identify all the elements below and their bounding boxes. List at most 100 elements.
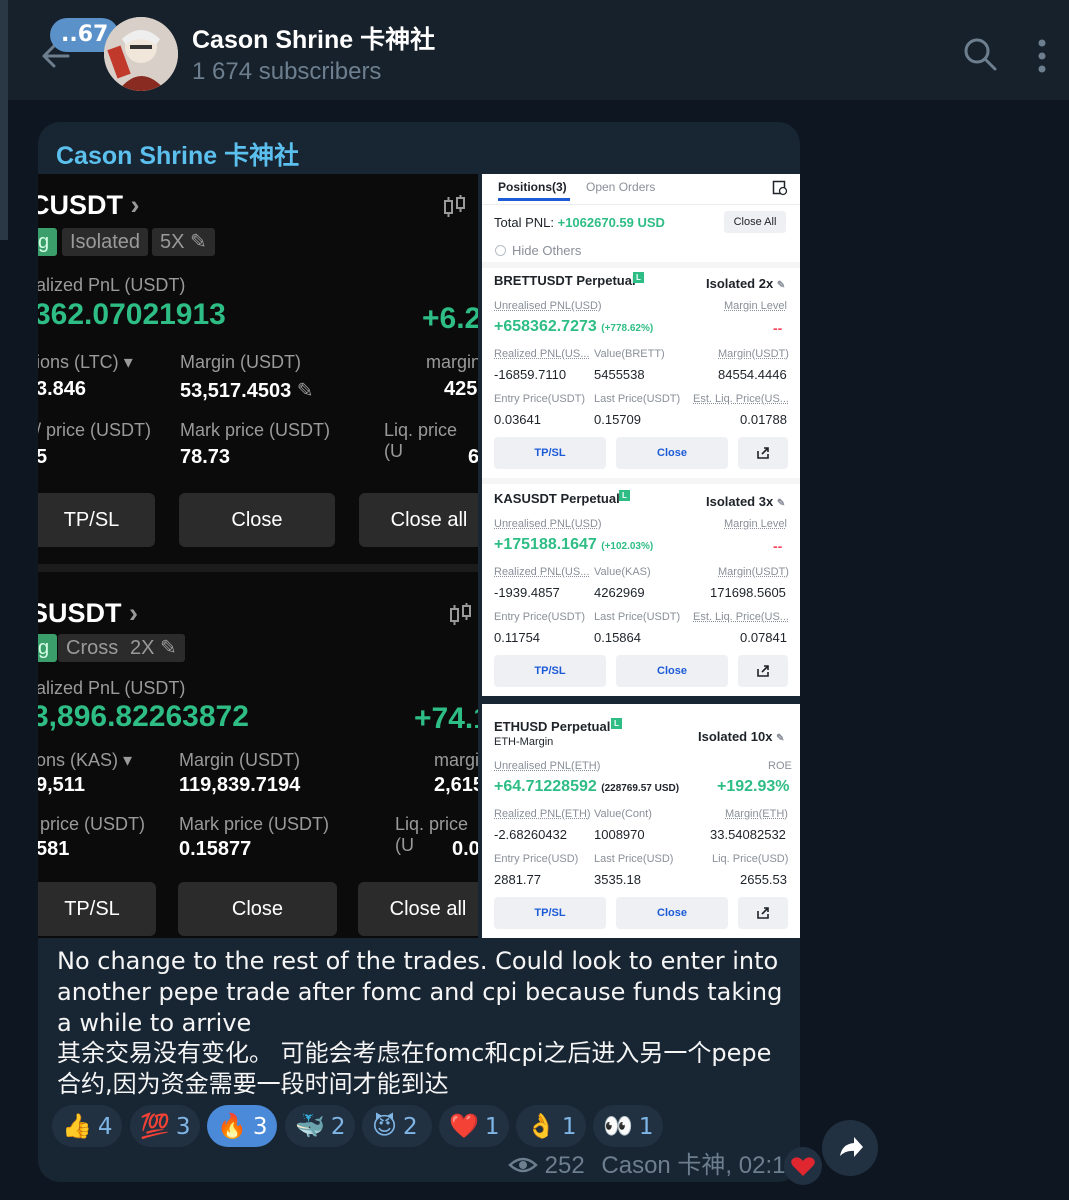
photo-dark-positions[interactable]: CUSDT › g Isolated 5X ✎ alized PnL (USDT… — [38, 174, 478, 938]
share-position-button[interactable] — [738, 655, 788, 687]
realized-pnl-value: -16859.7110 — [494, 367, 567, 382]
close-button[interactable]: Close — [178, 882, 337, 936]
divider — [482, 262, 800, 268]
liq-price-label: Est. Liq. Price(US... — [693, 393, 789, 405]
position-symbol[interactable]: BRETTUSDT Perpetual — [494, 273, 636, 288]
photo-positions-list[interactable]: Positions(3) Open Orders Total PNL: +106… — [482, 174, 800, 696]
value-label: Value(BRETT) — [594, 348, 665, 360]
margin-ratio-value: 425 — [444, 378, 478, 400]
liq-price-value: 6 — [468, 446, 478, 468]
last-price-label: Last Price(USDT) — [594, 611, 681, 623]
close-button[interactable]: Close — [179, 493, 335, 547]
views-eye-icon — [508, 1157, 538, 1173]
last-price-label: Last Price(USD) — [594, 853, 674, 865]
tpsl-button[interactable]: TP/SL — [494, 897, 606, 929]
channel-title: Cason Shrine 卡神社 — [192, 26, 436, 54]
long-badge: L — [619, 490, 630, 501]
unrealised-pnl-value: +175188.1647 (+102.03%) — [494, 536, 654, 553]
entry-price-label: price (USDT) — [40, 814, 146, 834]
reaction-heart[interactable]: ❤️ 1 — [439, 1105, 509, 1147]
last-price-value: 0.15709 — [594, 412, 641, 427]
margin-label: Margin(ETH) — [725, 808, 788, 820]
hide-others-radio[interactable] — [495, 245, 506, 256]
share-position-button[interactable] — [738, 437, 788, 469]
margin-ratio-label: margin — [426, 352, 478, 372]
close-button[interactable]: Close — [616, 897, 728, 929]
tpsl-button[interactable]: TP/SL — [494, 655, 606, 687]
margin-label: Margin(USDT) — [718, 348, 789, 360]
history-icon[interactable] — [772, 180, 788, 196]
value-label: Value(Cont) — [594, 808, 652, 820]
tab-open-orders[interactable]: Open Orders — [586, 180, 655, 194]
position-mode[interactable]: Isolated 3x ✎ — [706, 494, 785, 509]
mark-price-value: 78.73 — [180, 446, 231, 468]
close-button[interactable]: Close — [616, 437, 728, 469]
margin-asset: ETH-Margin — [494, 736, 554, 748]
value-value: 4262969 — [594, 585, 645, 600]
tab-positions[interactable]: Positions(3) — [498, 180, 567, 194]
mark-price-label: Mark price (USDT) — [179, 814, 330, 834]
position-symbol: SUSDT › — [38, 598, 139, 628]
mark-price-label: Mark price (USDT) — [180, 420, 331, 440]
position-size-label[interactable]: ons (KAS) ▾ — [38, 750, 132, 771]
last-price-value: 3535.18 — [594, 872, 641, 887]
message-sender[interactable]: Cason Shrine 卡神社 — [56, 136, 299, 172]
reaction-hundred[interactable]: 💯 3 — [130, 1105, 200, 1147]
margin-value: 33.54082532 — [710, 827, 786, 842]
tpsl-button[interactable]: TP/SL — [38, 882, 156, 936]
my-reaction-heart[interactable] — [784, 1147, 822, 1185]
leverage-tag[interactable]: 5X ✎ — [152, 228, 215, 256]
channel-avatar[interactable] — [104, 17, 178, 91]
close-all-button[interactable]: Close All — [724, 211, 786, 233]
reaction-fire[interactable]: 🔥 3 — [207, 1105, 277, 1147]
forward-message-button[interactable] — [822, 1120, 878, 1176]
more-menu-icon[interactable] — [1030, 36, 1054, 76]
last-price-value: 0.15864 — [594, 630, 641, 645]
realized-pnl-label: Realized PNL(ETH) — [494, 808, 591, 820]
position-mode[interactable]: Isolated 10x ✎ — [698, 729, 784, 744]
margin-label: Margin (USDT) — [180, 352, 302, 372]
author-time: Cason 卡神, 02:18 — [601, 1152, 799, 1179]
tpsl-button[interactable]: TP/SL — [38, 493, 155, 547]
last-price-label: Last Price(USDT) — [594, 393, 681, 405]
tpsl-button[interactable]: TP/SL — [494, 437, 606, 469]
close-all-button[interactable]: Close all — [358, 882, 478, 936]
margin-mode-tag: Isolated — [62, 228, 149, 256]
candlestick-chart-icon[interactable] — [448, 602, 474, 628]
margin-value[interactable]: 53,517.4503 ✎ — [180, 378, 314, 403]
liq-price-label: Liq. Price(USD) — [712, 853, 789, 865]
message-text-en: No change to the rest of the trades. Cou… — [57, 947, 783, 1037]
photo-eth-position[interactable]: ETHUSD Perpetual L ETH-Margin Isolated 1… — [482, 704, 800, 938]
entry-price-label: Entry Price(USDT) — [494, 393, 586, 405]
margin-value: 119,839.7194 — [179, 774, 301, 796]
reaction-ok-hand[interactable]: 👌 1 — [516, 1105, 586, 1147]
entry-price-label: Entry Price(USDT) — [494, 611, 586, 623]
view-count: 252 — [544, 1152, 585, 1179]
reaction-whale[interactable]: 🐳 2 — [285, 1105, 355, 1147]
share-icon — [757, 907, 769, 919]
unrealised-pnl-value: +658362.7273 (+778.62%) — [494, 318, 654, 335]
roe-value: +74.1 — [414, 702, 478, 735]
margin-ratio-value: 2,615 — [434, 774, 478, 796]
position-symbol: CUSDT › — [38, 190, 140, 220]
liq-price-label: Liq. price (U — [384, 420, 458, 461]
position-symbol[interactable]: KASUSDT Perpetual — [494, 491, 620, 506]
position-mode[interactable]: Isolated 2x ✎ — [706, 276, 785, 291]
reaction-devil[interactable]: 😈 2 — [362, 1105, 432, 1147]
reaction-eyes[interactable]: 👀 1 — [593, 1105, 663, 1147]
position-symbol[interactable]: ETHUSD Perpetual — [494, 719, 610, 734]
share-position-button[interactable] — [738, 897, 788, 929]
search-icon[interactable] — [962, 36, 998, 72]
divider — [482, 204, 800, 205]
close-all-button[interactable]: Close all — [359, 493, 478, 547]
unrealized-pnl-label: alized PnL (USDT) — [38, 678, 186, 698]
avatar-image — [104, 17, 178, 91]
liq-price-value: 2655.53 — [740, 872, 787, 887]
reaction-thumbs-up[interactable]: 👍 4 — [52, 1105, 122, 1147]
roe-label: ROE — [768, 760, 792, 772]
close-button[interactable]: Close — [616, 655, 728, 687]
position-size-value: 3.846 — [38, 378, 87, 400]
leverage-tag[interactable]: 2X ✎ — [122, 634, 185, 662]
position-size-label[interactable]: ions (LTC) ▾ — [38, 352, 133, 373]
candlestick-chart-icon[interactable] — [442, 194, 468, 220]
